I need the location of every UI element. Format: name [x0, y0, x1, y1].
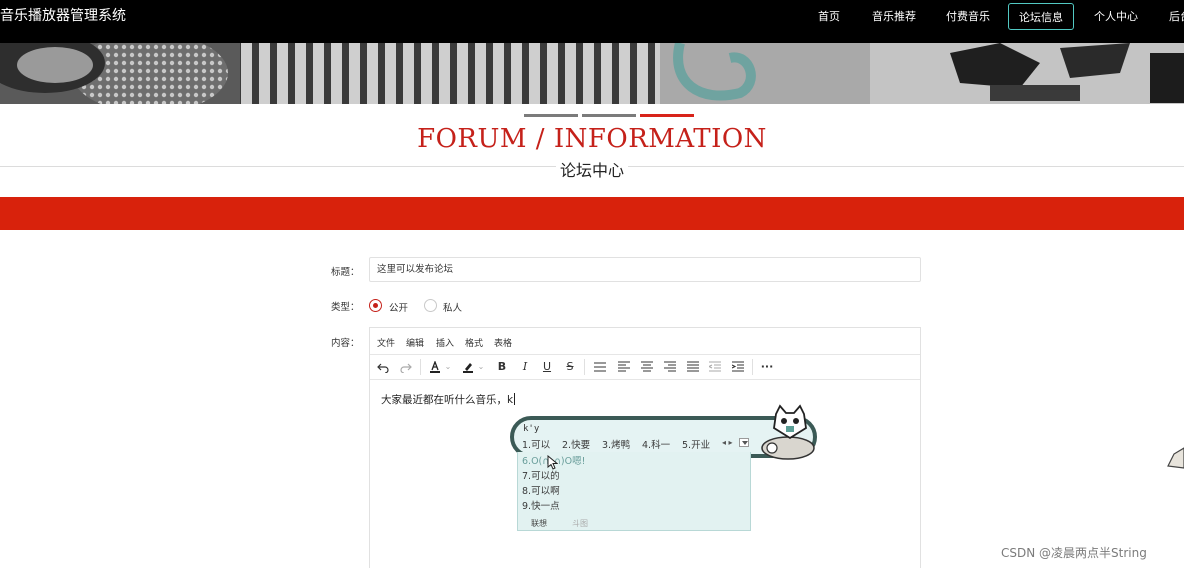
decor-bar [524, 114, 578, 117]
mouse-cursor-icon [547, 455, 558, 470]
menu-insert[interactable]: 插入 [436, 336, 454, 349]
indent-icon[interactable] [730, 359, 746, 375]
font-color-icon[interactable] [427, 359, 443, 375]
highlight-icon[interactable] [460, 359, 476, 375]
nav-item-admin[interactable]: 后台 [1169, 3, 1184, 30]
editor-toolbar: ⌄ ⌄ B I U S ··· [370, 355, 920, 380]
ime-candidate[interactable]: 1.可以 [522, 437, 550, 451]
menu-format[interactable]: 格式 [465, 336, 483, 349]
redo-icon[interactable] [398, 359, 414, 375]
nav-item-personal-center[interactable]: 个人中心 [1094, 3, 1138, 30]
ime-candidate[interactable]: 5.开业 [682, 437, 710, 451]
side-mascot-icon [1167, 447, 1184, 469]
ime-candidate[interactable]: 9.快一点 [522, 498, 560, 512]
banner-image [0, 43, 1184, 104]
ime-candidate[interactable]: 7.可以的 [522, 468, 560, 482]
italic-icon[interactable]: I [517, 359, 533, 375]
ime-candidate[interactable]: 2.快要 [562, 437, 590, 451]
section-title-en: FORUM / INFORMATION [417, 124, 767, 154]
font-color-dropdown-icon[interactable]: ⌄ [443, 359, 453, 375]
toolbar-separator [584, 359, 585, 375]
decor-bar-active [640, 114, 694, 117]
editor-content[interactable]: 大家最近都在听什么音乐，k [381, 392, 516, 407]
align-center-icon[interactable] [639, 359, 655, 375]
ime-candidate[interactable]: 8.可以啊 [522, 483, 560, 497]
section-title-cn-text: 论坛中心 [555, 161, 628, 180]
nav-item-paid-music[interactable]: 付费音乐 [946, 3, 990, 30]
banner-photo [0, 43, 1184, 104]
more-icon[interactable]: ··· [759, 359, 775, 375]
menu-table[interactable]: 表格 [494, 336, 512, 349]
type-public-label[interactable]: 公开 [389, 300, 408, 314]
title-label: 标题： [331, 267, 360, 278]
type-public-radio[interactable] [369, 299, 382, 312]
underline-icon[interactable]: U [539, 359, 555, 375]
highlight-dropdown-icon[interactable]: ⌄ [476, 359, 486, 375]
app-title: 音乐播放器管理系统 [0, 8, 126, 24]
ime-tab-association[interactable]: 联想 [531, 518, 547, 529]
editor-menubar: 文件 编辑 插入 格式 表格 [370, 328, 920, 355]
ime-expand-icon[interactable] [739, 438, 749, 447]
type-label: 类型： [331, 302, 360, 313]
list-icon[interactable] [592, 359, 608, 375]
ime-composition: k'y [523, 424, 540, 434]
ime-mascot-icon [761, 404, 815, 460]
bold-icon[interactable]: B [494, 359, 510, 375]
outdent-icon[interactable] [707, 359, 723, 375]
toolbar-separator [420, 359, 421, 375]
strikethrough-icon[interactable]: S [562, 359, 578, 375]
nav-item-forum[interactable]: 论坛信息 [1008, 3, 1074, 30]
ime-tab-stickers[interactable]: 斗图 [572, 518, 588, 529]
ime-page-arrows-icon[interactable]: ◂ ▸ [722, 438, 733, 447]
type-private-label[interactable]: 私人 [443, 300, 462, 314]
toolbar-separator [752, 359, 753, 375]
ime-candidate[interactable]: 4.科一 [642, 437, 670, 451]
type-private-radio[interactable] [424, 299, 437, 312]
decor-bar [582, 114, 636, 117]
editor-content-text: 大家最近都在听什么音乐，k [381, 394, 514, 406]
menu-file[interactable]: 文件 [377, 336, 395, 349]
nav-item-home[interactable]: 首页 [818, 3, 840, 30]
undo-icon[interactable] [375, 359, 391, 375]
title-input[interactable]: 这里可以发布论坛 [369, 257, 921, 282]
text-caret [514, 393, 516, 405]
ime-candidate[interactable]: 3.烤鸭 [602, 437, 630, 451]
content-label: 内容： [331, 338, 360, 349]
page: 音乐播放器管理系统 首页 音乐推荐 付费音乐 论坛信息 个人中心 后台 [0, 0, 1184, 568]
align-right-icon[interactable] [662, 359, 678, 375]
top-navbar: 音乐播放器管理系统 首页 音乐推荐 付费音乐 论坛信息 个人中心 后台 [0, 0, 1184, 43]
align-justify-icon[interactable] [685, 359, 701, 375]
nav-item-music-recommend[interactable]: 音乐推荐 [872, 3, 916, 30]
section-title-cn: 论坛中心 [0, 157, 1184, 181]
red-band [0, 197, 1184, 230]
watermark: CSDN @凌晨两点半String [1001, 546, 1147, 560]
align-left-icon[interactable] [616, 359, 632, 375]
menu-edit[interactable]: 编辑 [406, 336, 424, 349]
